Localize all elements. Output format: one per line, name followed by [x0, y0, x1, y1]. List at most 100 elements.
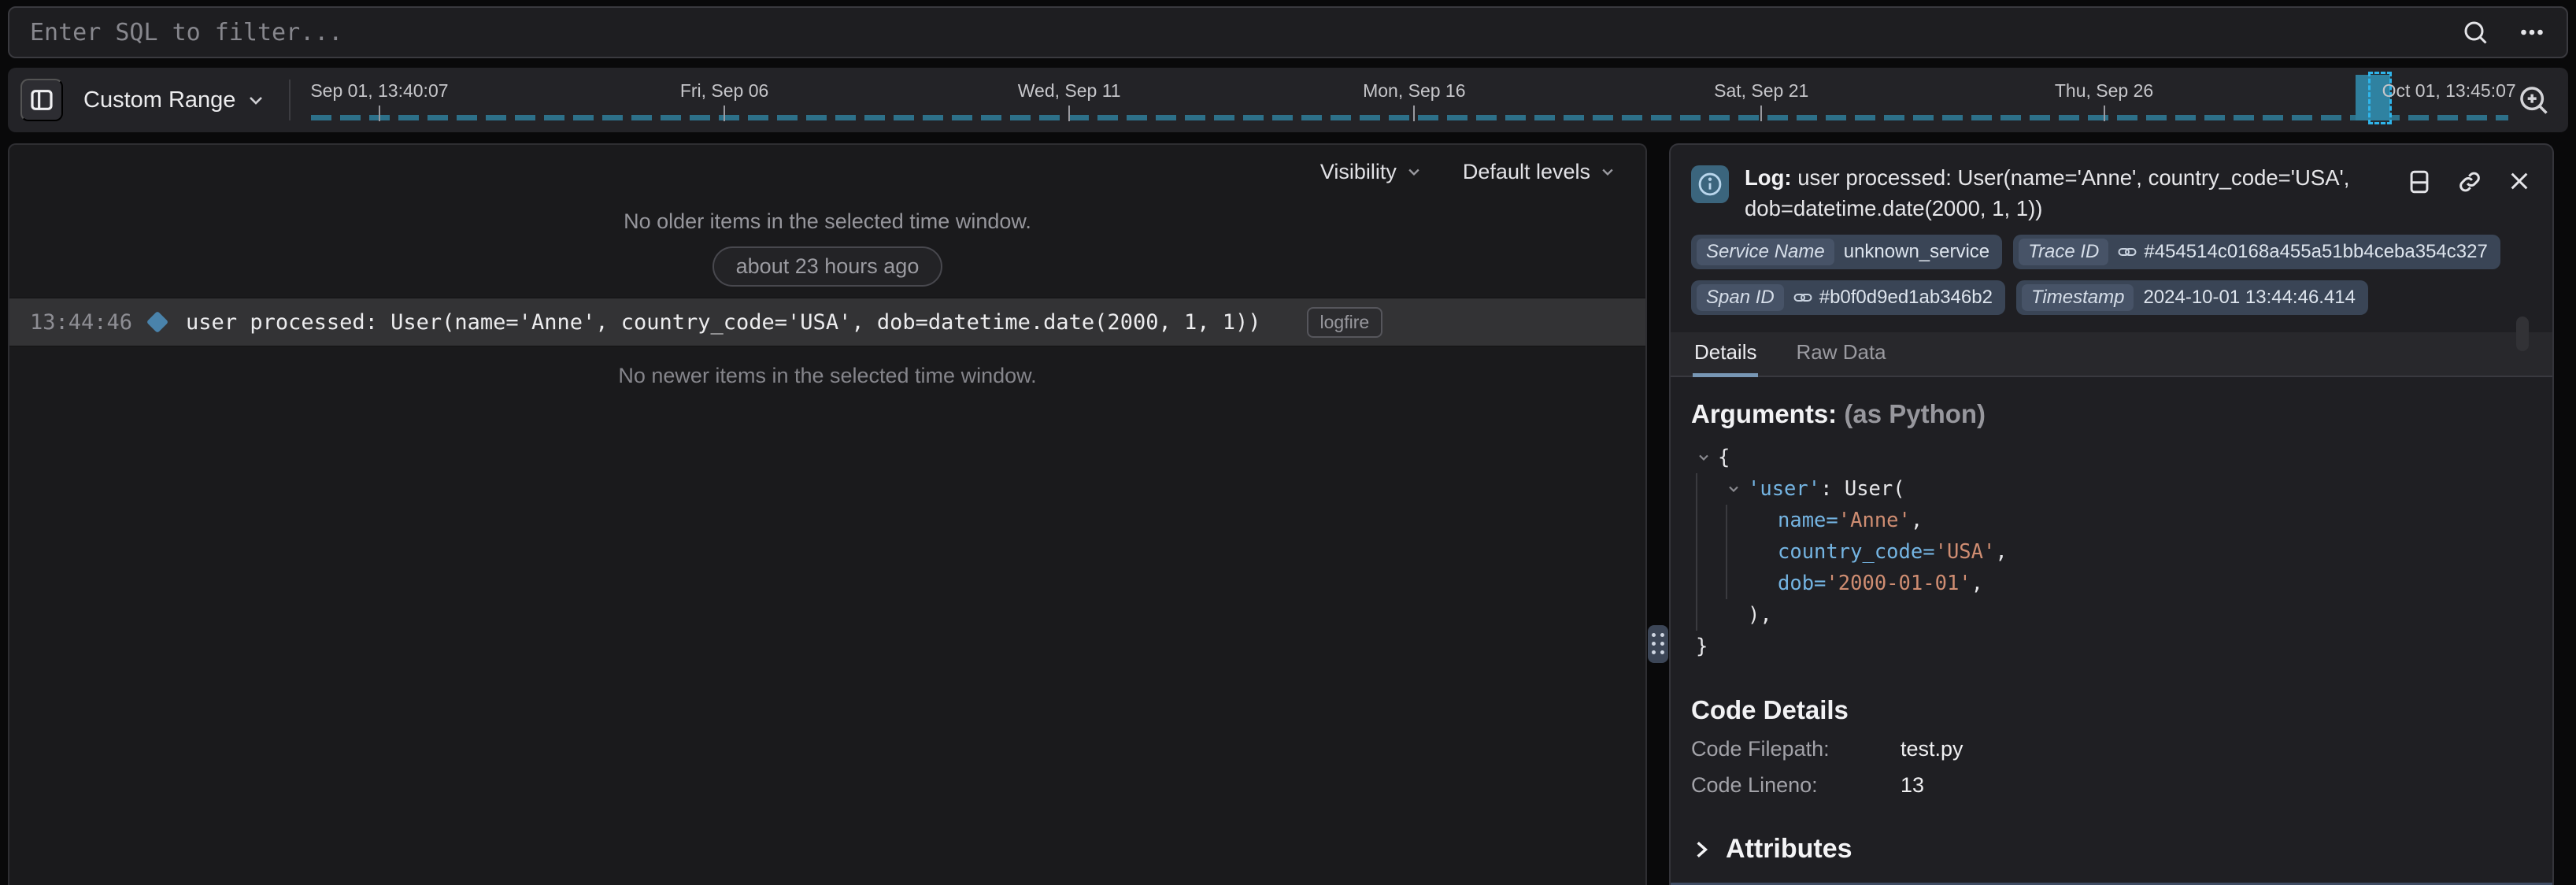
default-levels-label: Default levels [1463, 160, 1590, 184]
code-line: { [1696, 442, 2532, 473]
visibility-label: Visibility [1320, 160, 1397, 184]
tab-raw-data[interactable]: Raw Data [1794, 332, 1887, 377]
code-line: } [1696, 631, 2532, 662]
indent-guide [1726, 568, 1756, 599]
timeline-tick-label: Oct 01, 13:45:07 [2382, 80, 2516, 102]
badge-label: Timestamp [2022, 284, 2134, 311]
timeline-activity-line [311, 115, 2508, 120]
link-icon [2118, 243, 2137, 261]
search-icon[interactable] [2461, 18, 2489, 46]
code-token: dob= [1778, 568, 1826, 599]
code-line: 'user': User( [1696, 473, 2532, 505]
tab-details[interactable]: Details [1693, 332, 1758, 377]
detail-panel-scrollbar[interactable] [2516, 317, 2529, 351]
arguments-subheading: (as Python) [1844, 399, 1986, 428]
code-token: User( [1845, 473, 1905, 505]
detail-tabs: Details Raw Data [1671, 332, 2552, 377]
detail-title: Log: user processed: User(name='Anne', c… [1745, 162, 2367, 224]
sql-filter-input[interactable]: Enter SQL to filter... [30, 19, 2461, 46]
chevron-right-icon [1691, 839, 1712, 860]
code-token: { [1718, 442, 1730, 473]
attributes-section-toggle[interactable]: Attributes [1691, 834, 2532, 865]
log-level-diamond-icon [146, 311, 168, 333]
panel-resize-handle[interactable] [1648, 625, 1668, 663]
arguments-heading: Arguments: (as Python) [1691, 399, 2532, 429]
timeline-tick-mark [1760, 106, 1762, 121]
code-token: 'USA' [1935, 536, 1996, 568]
time-ago-pill[interactable]: about 23 hours ago [712, 246, 943, 287]
timeline-tick-mark [2104, 106, 2105, 121]
dock-panel-icon[interactable] [2406, 168, 2433, 195]
log-row-tag[interactable]: logfire [1307, 307, 1383, 338]
log-row-message: user processed: User(name='Anne', countr… [186, 310, 1260, 335]
custom-range-dropdown[interactable]: Custom Range [83, 87, 265, 113]
default-levels-dropdown[interactable]: Default levels [1463, 160, 1616, 184]
chevron-down-icon [1406, 164, 1422, 180]
panel-resize-gutter [1647, 143, 1669, 885]
meta-badge-span-id[interactable]: Span ID #b0f0d9ed1ab346b2 [1691, 280, 2005, 315]
code-line: dob='2000-01-01', [1696, 568, 2532, 599]
code-token: } [1696, 631, 1708, 662]
code-token: ), [1748, 599, 1772, 631]
code-token: , [1995, 536, 2007, 568]
code-detail-label: Code Lineno: [1691, 773, 1901, 798]
indent-guide [1726, 505, 1756, 536]
code-detail-value: test.py [1901, 737, 1963, 761]
code-line: ), [1696, 599, 2532, 631]
visibility-dropdown[interactable]: Visibility [1320, 160, 1422, 184]
link-icon [1793, 288, 1812, 307]
timeline-chart[interactable]: Sep 01, 13:40:07Fri, Sep 06Wed, Sep 11Mo… [311, 68, 2508, 132]
log-row[interactable]: 13:44:46 user processed: User(name='Anne… [9, 298, 1645, 346]
timeline-tick-mark [379, 106, 380, 121]
code-token: 'Anne' [1838, 505, 1911, 536]
toolbar-divider [289, 80, 291, 120]
zoom-in-icon[interactable] [2516, 83, 2551, 117]
timeline-tick-mark [724, 106, 725, 121]
meta-badge-timestamp: Timestamp 2024-10-01 13:44:46.414 [2016, 280, 2368, 315]
badge-label: Span ID [1697, 284, 1784, 311]
code-token: 'user' [1748, 473, 1820, 505]
badge-label: Service Name [1697, 239, 1834, 265]
no-newer-items-text: No newer items in the selected time wind… [9, 364, 1645, 388]
meta-badge-trace-id[interactable]: Trace ID #454514c0168a455a51bb4ceba354c32… [2013, 235, 2500, 269]
more-options-icon[interactable] [2518, 18, 2546, 46]
timeline-toolbar: Custom Range Sep 01, 13:40:07Fri, Sep 06… [8, 68, 2568, 132]
log-detail-panel: Log: user processed: User(name='Anne', c… [1669, 143, 2554, 885]
chevron-down-icon [246, 91, 265, 109]
chevron-down-icon [1600, 164, 1616, 180]
arguments-code-tree: {'user': User(name='Anne',country_code='… [1691, 442, 2532, 662]
timeline-tick-label: Fri, Sep 06 [680, 80, 769, 102]
timeline-tick-mark [1413, 106, 1415, 121]
indent-guide [1696, 473, 1726, 505]
badge-label: Trace ID [2019, 239, 2108, 265]
code-line: country_code='USA', [1696, 536, 2532, 568]
badge-value: #b0f0d9ed1ab346b2 [1819, 287, 1993, 309]
arguments-heading-text: Arguments: [1691, 399, 1837, 428]
code-detail-label: Code Filepath: [1691, 737, 1901, 761]
code-token: '2000-01-01' [1826, 568, 1971, 599]
badge-value: 2024-10-01 13:44:46.414 [2143, 287, 2356, 309]
code-token: country_code= [1778, 536, 1935, 568]
custom-range-label: Custom Range [83, 87, 235, 113]
timeline-tick-label: Wed, Sep 11 [1018, 80, 1121, 102]
sidebar-toggle-icon[interactable] [20, 79, 63, 121]
indent-spacer [1756, 505, 1778, 536]
detail-title-prefix: Log: [1745, 165, 1792, 190]
copy-link-icon[interactable] [2456, 168, 2483, 195]
close-icon[interactable] [2507, 168, 2532, 194]
attributes-heading-text: Attributes [1726, 834, 1852, 865]
indent-guide [1696, 505, 1726, 536]
collapse-chevron-icon[interactable] [1696, 442, 1718, 473]
code-token: name= [1778, 505, 1838, 536]
code-detail-row: Code Lineno:13 [1691, 773, 2532, 798]
collapse-chevron-icon[interactable] [1726, 473, 1748, 505]
code-token: , [1911, 505, 1923, 536]
code-token: : [1820, 473, 1845, 505]
meta-badge-service-name: Service Name unknown_service [1691, 235, 2002, 269]
code-details-heading: Code Details [1691, 695, 2532, 725]
badge-value: unknown_service [1844, 241, 1989, 263]
sql-filter-bar[interactable]: Enter SQL to filter... [8, 6, 2568, 58]
info-icon [1691, 165, 1729, 203]
indent-spacer [1756, 568, 1778, 599]
badge-value: #454514c0168a455a51bb4ceba354c327 [2144, 241, 2487, 263]
